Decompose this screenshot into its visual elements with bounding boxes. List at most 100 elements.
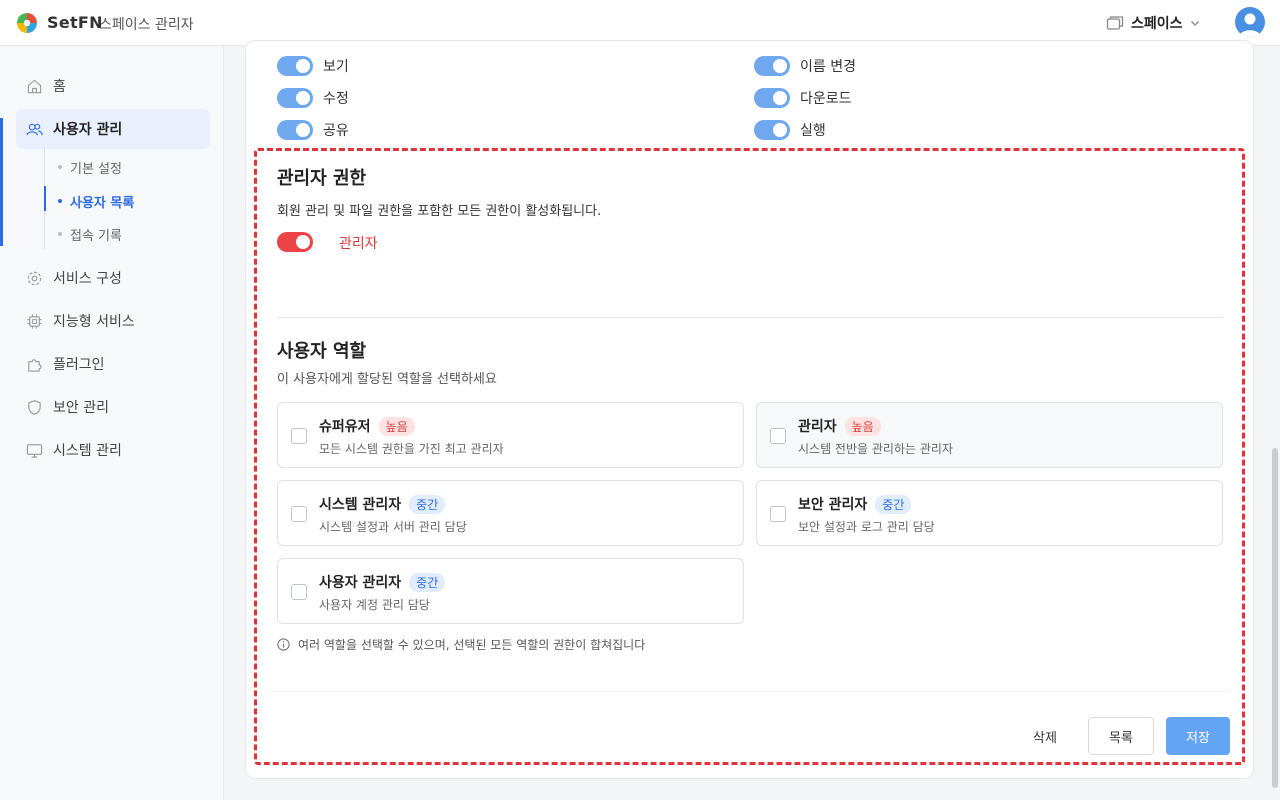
role-level-badge: 높음 [844, 416, 881, 436]
permission-label: 수정 [323, 91, 349, 107]
sub-item-label: 접속 기록 [70, 228, 122, 244]
role-card-security-admin[interactable]: 보안 관리자 중간 보안 설정과 로그 관리 담당 [756, 480, 1223, 546]
permission-download: 다운로드 [754, 87, 852, 109]
app-title: 스페이스 관리자 [99, 17, 194, 33]
sidebar-item-home[interactable]: 홈 [16, 66, 210, 106]
sidebar-item-plugin[interactable]: 플러그인 [16, 344, 210, 384]
sidebar-item-intelligent-service[interactable]: 지능형 서비스 [16, 301, 210, 341]
sidebar-item-system[interactable]: 시스템 관리 [16, 430, 210, 470]
role-description: 시스템 전반을 관리하는 관리자 [798, 442, 953, 456]
sidebar-item-service-config[interactable]: 서비스 구성 [16, 258, 210, 298]
sidebar: 홈 사용자 관리 기본 설정 사용자 목록 접속 기록 서비스 구성 지능형 서… [0, 46, 224, 800]
sidebar-item-label: 서비스 구성 [53, 271, 122, 287]
permission-toggle[interactable] [754, 88, 790, 108]
shield-icon [28, 399, 41, 415]
save-button[interactable]: 저장 [1166, 717, 1230, 755]
permission-toggle[interactable] [277, 56, 313, 76]
window-icon [1106, 16, 1124, 30]
roles-note: 여러 역할을 선택할 수 있으며, 선택된 모든 역할의 권한이 합쳐집니다 [277, 636, 645, 653]
role-level-badge: 중간 [409, 572, 446, 592]
roles-section-description: 이 사용자에게 할당된 역할을 선택하세요 [277, 372, 497, 387]
sidebar-item-user-management[interactable]: 사용자 관리 [16, 109, 210, 149]
role-card-superuser[interactable]: 슈퍼유저 높음 모든 시스템 권한을 가진 최고 관리자 [277, 402, 744, 468]
sidebar-item-security[interactable]: 보안 관리 [16, 387, 210, 427]
role-checkbox[interactable] [770, 428, 786, 444]
role-level-badge: 높음 [378, 416, 415, 436]
sidebar-item-label: 시스템 관리 [53, 443, 122, 459]
role-name-row: 보안 관리자 중간 [798, 494, 912, 514]
sidebar-item-label: 플러그인 [53, 357, 105, 373]
role-checkbox[interactable] [291, 506, 307, 522]
space-selector[interactable]: 스페이스 [1106, 12, 1200, 34]
admin-section-description: 회원 관리 및 파일 권한을 포함한 모든 권한이 활성화됩니다. [277, 204, 602, 219]
permission-share: 공유 [277, 119, 349, 141]
bullet-dot [58, 199, 62, 203]
sub-item-label: 기본 설정 [70, 161, 122, 177]
sidebar-item-label: 보안 관리 [53, 400, 109, 416]
monitor-icon [26, 443, 43, 458]
sidebar-item-label: 홈 [53, 79, 66, 95]
permission-label: 이름 변경 [800, 59, 856, 75]
role-description: 사용자 계정 관리 담당 [319, 598, 430, 612]
role-checkbox[interactable] [770, 506, 786, 522]
permission-label: 공유 [323, 123, 349, 139]
admin-toggle-label: 관리자 [339, 236, 378, 252]
permission-toggle[interactable] [754, 120, 790, 140]
sidebar-item-label: 사용자 관리 [53, 122, 123, 138]
role-name: 관리자 [798, 419, 837, 435]
role-card-system-admin[interactable]: 시스템 관리자 중간 시스템 설정과 서버 관리 담당 [277, 480, 744, 546]
role-name-row: 슈퍼유저 높음 [319, 416, 415, 436]
info-icon [277, 638, 290, 651]
sub-nav-active-line [44, 186, 46, 211]
bullet-dot [58, 165, 62, 169]
role-level-badge: 중간 [875, 494, 912, 514]
role-name: 시스템 관리자 [319, 497, 402, 513]
role-description: 시스템 설정과 서버 관리 담당 [319, 520, 467, 534]
brand-name: SetFN [47, 13, 103, 32]
admin-section-title: 관리자 권한 [277, 168, 367, 189]
delete-button[interactable]: 삭제 [1018, 717, 1072, 755]
footer-divider [268, 691, 1230, 692]
permission-view: 보기 [277, 55, 349, 77]
scrollbar-thumb[interactable] [1272, 448, 1278, 788]
setfn-logo-icon [17, 13, 37, 33]
sub-item-access-log[interactable]: 접속 기록 [58, 222, 122, 246]
permission-toggle[interactable] [754, 56, 790, 76]
role-card-user-admin[interactable]: 사용자 관리자 중간 사용자 계정 관리 담당 [277, 558, 744, 624]
role-description: 보안 설정과 로그 관리 담당 [798, 520, 935, 534]
roles-section-title: 사용자 역할 [277, 341, 367, 362]
role-card-admin[interactable]: 관리자 높음 시스템 전반을 관리하는 관리자 [756, 402, 1223, 468]
list-button[interactable]: 목록 [1088, 717, 1154, 755]
permission-toggle[interactable] [277, 120, 313, 140]
puzzle-icon [28, 358, 42, 372]
role-description: 모든 시스템 권한을 가진 최고 관리자 [319, 442, 504, 456]
sub-item-user-list[interactable]: 사용자 목록 [58, 189, 134, 213]
active-indicator [0, 118, 3, 246]
chevron-down-icon [1190, 21, 1199, 26]
permission-label: 실행 [800, 123, 826, 139]
role-name: 보안 관리자 [798, 497, 868, 513]
sub-item-basic-settings[interactable]: 기본 설정 [58, 155, 122, 179]
role-checkbox[interactable] [291, 584, 307, 600]
role-name: 사용자 관리자 [319, 575, 402, 591]
role-name-row: 시스템 관리자 중간 [319, 494, 446, 514]
home-icon [27, 79, 42, 93]
permission-rename: 이름 변경 [754, 55, 856, 77]
permission-edit: 수정 [277, 87, 349, 109]
permission-label: 보기 [323, 59, 349, 75]
user-icon [1239, 13, 1261, 37]
sub-item-label: 사용자 목록 [70, 195, 135, 211]
user-avatar[interactable] [1235, 7, 1265, 37]
sidebar-item-label: 지능형 서비스 [53, 314, 135, 330]
users-icon [26, 123, 43, 135]
permission-execute: 실행 [754, 119, 826, 141]
admin-toggle[interactable] [277, 232, 313, 252]
role-checkbox[interactable] [291, 428, 307, 444]
section-divider [277, 317, 1223, 318]
role-name-row: 관리자 높음 [798, 416, 881, 436]
role-name-row: 사용자 관리자 중간 [319, 572, 446, 592]
bullet-dot [58, 232, 62, 236]
permission-toggle[interactable] [277, 88, 313, 108]
roles-note-text: 여러 역할을 선택할 수 있으며, 선택된 모든 역할의 권한이 합쳐집니다 [298, 638, 646, 652]
role-name: 슈퍼유저 [319, 419, 371, 435]
